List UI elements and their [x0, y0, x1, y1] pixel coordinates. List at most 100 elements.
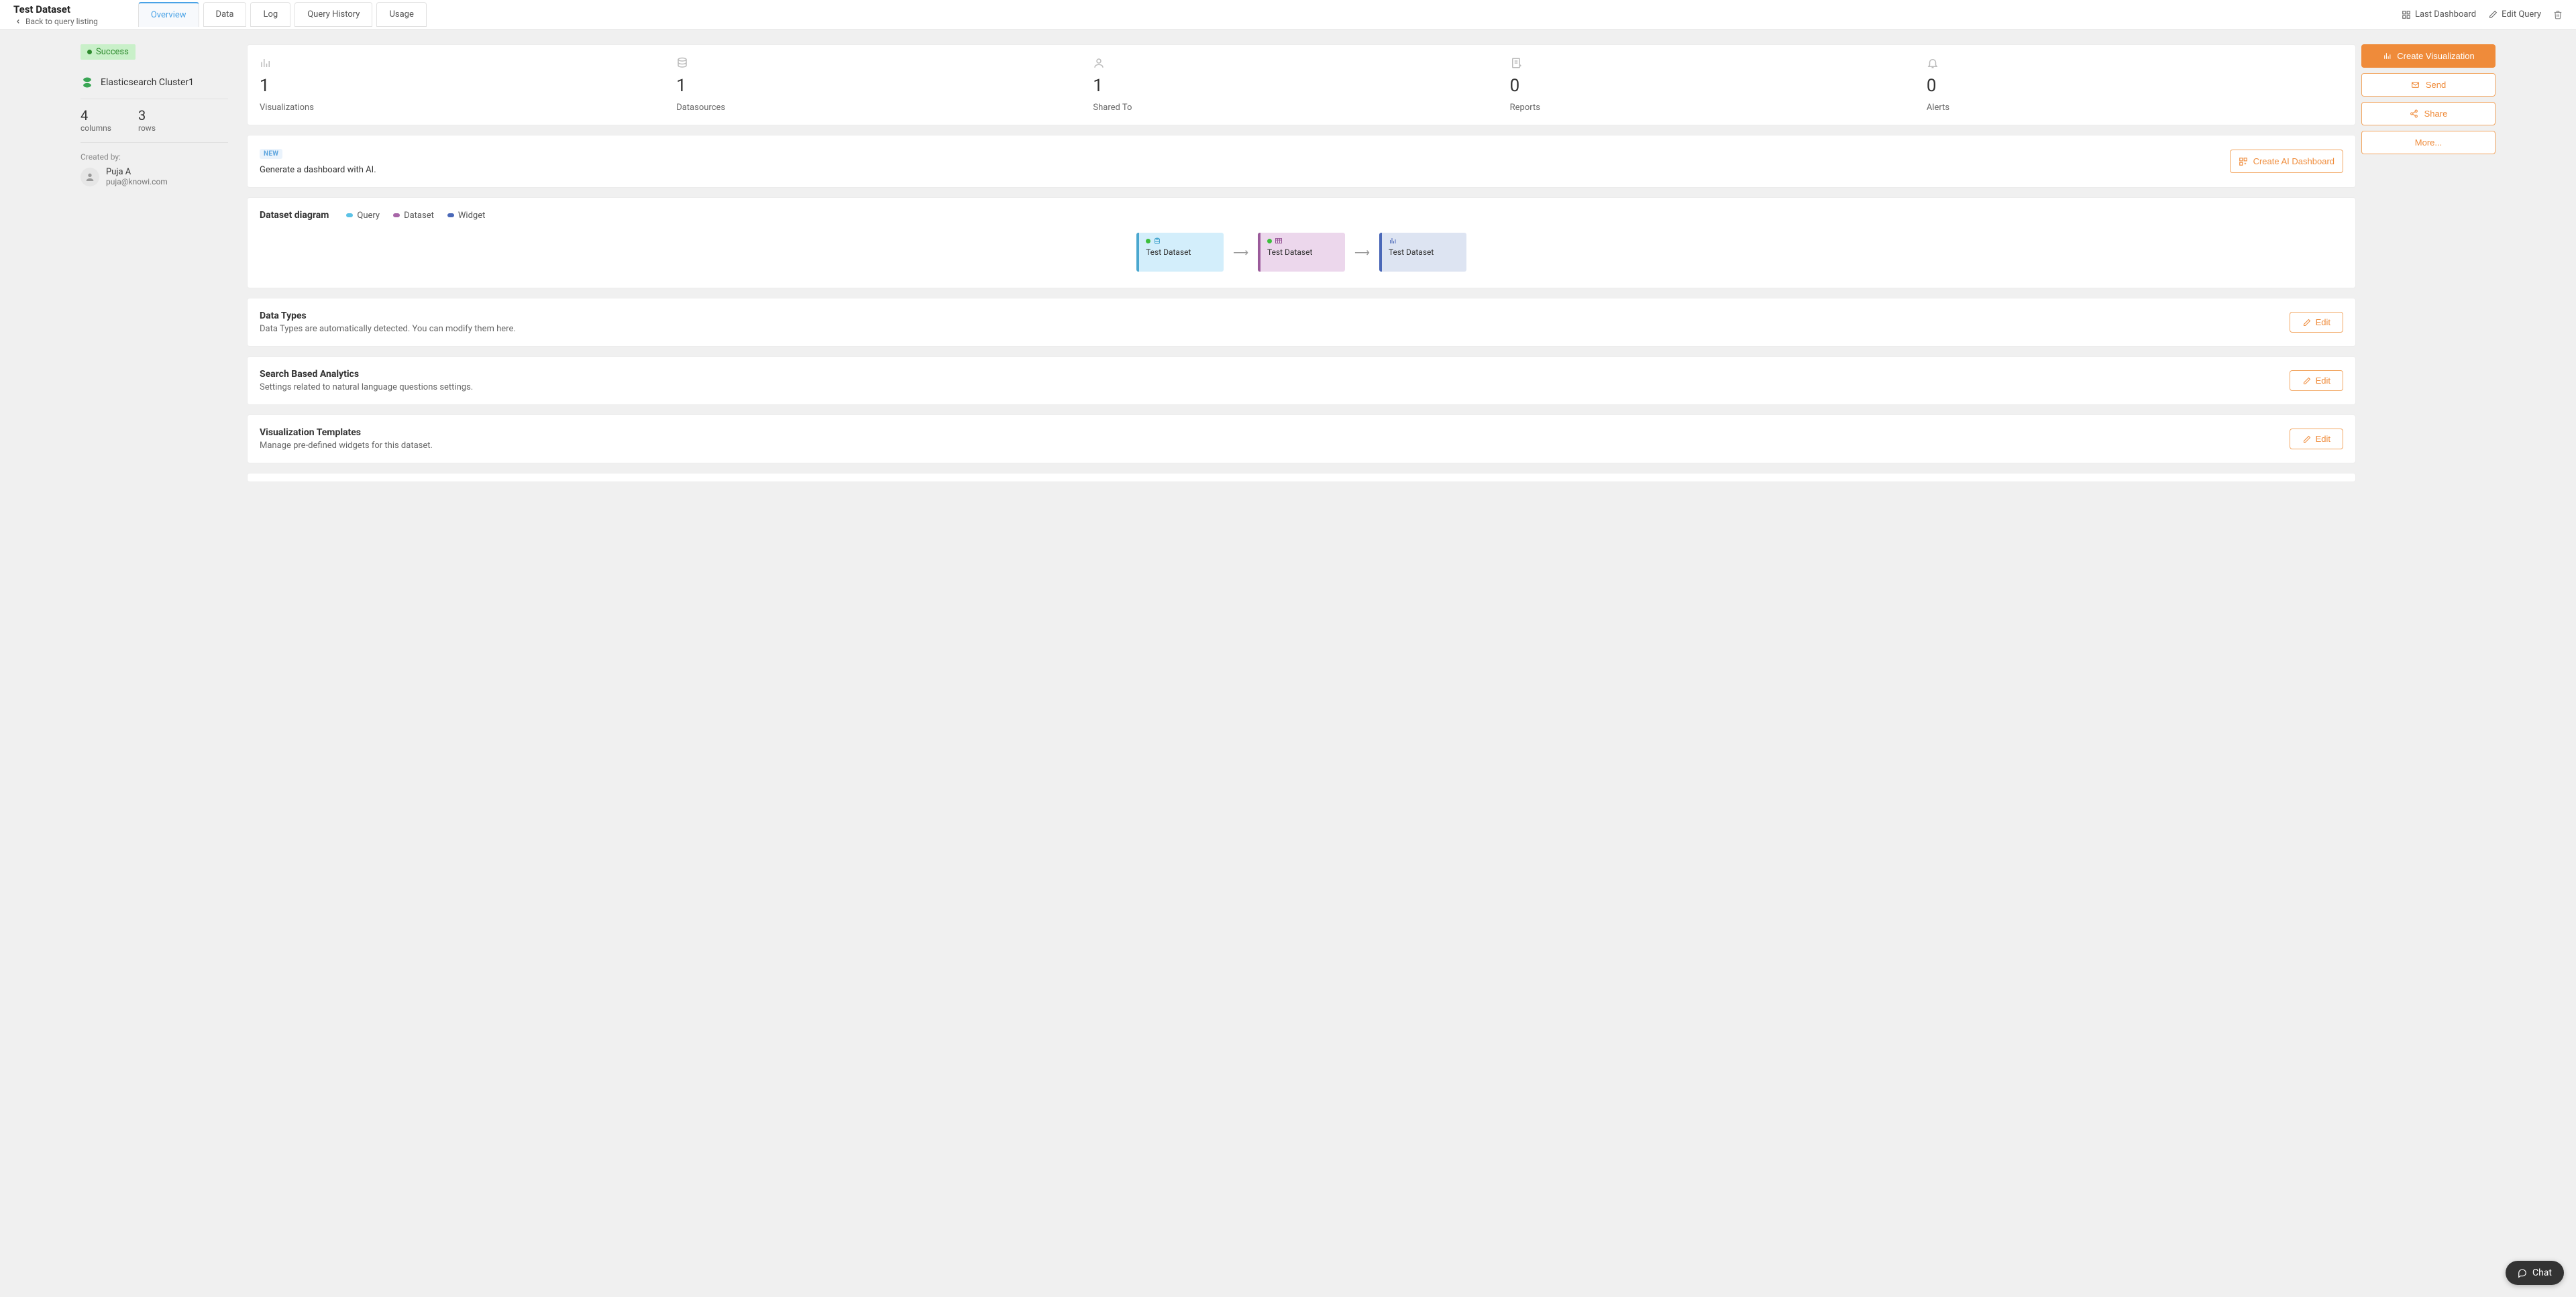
section-text: Search Based Analytics Settings related …: [260, 369, 473, 392]
chat-widget[interactable]: Chat: [2506, 1261, 2564, 1285]
send-button[interactable]: Send: [2361, 73, 2496, 97]
tab-data[interactable]: Data: [203, 2, 247, 27]
share-icon: [2410, 109, 2419, 119]
report-icon: [1510, 57, 1927, 69]
rows-label: rows: [138, 123, 156, 133]
datasource-name: Elasticsearch Cluster1: [101, 77, 194, 88]
diagram-title: Dataset diagram: [260, 210, 329, 221]
pencil-icon: [2488, 10, 2498, 19]
bell-icon: [1927, 57, 2343, 69]
user-email: puja@knowi.com: [106, 177, 168, 186]
tab-usage[interactable]: Usage: [376, 2, 426, 27]
search-analytics-title: Search Based Analytics: [260, 369, 473, 380]
search-analytics-card: Search Based Analytics Settings related …: [247, 356, 2356, 405]
stat-value: 1: [260, 76, 676, 96]
columns-value: 4: [80, 107, 111, 123]
stat-datasources[interactable]: 1 Datasources: [676, 57, 1093, 113]
status-label: Success: [96, 47, 129, 57]
create-visualization-button[interactable]: Create Visualization: [2361, 44, 2496, 68]
ai-text: Generate a dashboard with AI.: [260, 165, 376, 175]
arrow-icon: ⟶: [1233, 246, 1248, 259]
diagram-node-widget[interactable]: Test Dataset: [1379, 233, 1466, 272]
tabs: Overview Data Log Query History Usage: [138, 2, 427, 27]
status-dot-icon: [87, 50, 92, 54]
share-button[interactable]: Share: [2361, 102, 2496, 125]
edit-label: Edit: [2316, 317, 2330, 327]
back-link-label: Back to query listing: [25, 17, 98, 26]
delete-button[interactable]: [2553, 10, 2563, 19]
avatar: [80, 168, 99, 186]
viz-templates-edit-button[interactable]: Edit: [2290, 429, 2343, 449]
status-mini-icon: [1267, 239, 1272, 243]
datasource-row[interactable]: Elasticsearch Cluster1: [80, 76, 228, 99]
node-label: Test Dataset: [1146, 247, 1217, 257]
ai-card: NEW Generate a dashboard with AI. Create…: [247, 135, 2356, 188]
diagram-legend: Query Dataset Widget: [346, 211, 485, 221]
main-column: 1 Visualizations 1 Datasources 1 Shared …: [247, 44, 2356, 482]
chart-icon: [260, 57, 676, 69]
back-link[interactable]: Back to query listing: [13, 17, 98, 26]
send-icon: [2411, 80, 2420, 90]
tab-overview[interactable]: Overview: [138, 2, 199, 27]
diagram-node-query[interactable]: Test Dataset: [1136, 233, 1224, 272]
columns-count: 4 columns: [80, 107, 111, 133]
pencil-icon: [2302, 318, 2312, 327]
tab-log[interactable]: Log: [250, 2, 290, 27]
counts-row: 4 columns 3 rows: [80, 107, 228, 143]
create-ai-dashboard-button[interactable]: Create AI Dashboard: [2230, 150, 2343, 173]
more-button[interactable]: More...: [2361, 131, 2496, 154]
stat-alerts[interactable]: 0 Alerts: [1927, 57, 2343, 113]
dot-dataset-icon: [393, 213, 400, 217]
section-text: Data Types Data Types are automatically …: [260, 311, 516, 334]
trash-icon: [2553, 10, 2563, 19]
edit-query-link[interactable]: Edit Query: [2488, 9, 2541, 19]
last-dashboard-link[interactable]: Last Dashboard: [2402, 9, 2476, 19]
data-types-edit-button[interactable]: Edit: [2290, 312, 2343, 333]
sidebar: Success Elasticsearch Cluster1 4 columns…: [80, 44, 228, 482]
partial-card: [247, 473, 2356, 482]
chevron-left-icon: [13, 17, 23, 26]
stat-label: Shared To: [1093, 103, 1509, 113]
columns-label: columns: [80, 123, 111, 133]
dot-widget-icon: [447, 213, 454, 217]
stat-shared[interactable]: 1 Shared To: [1093, 57, 1509, 113]
main: 1 Visualizations 1 Datasources 1 Shared …: [247, 44, 2496, 482]
status-mini-icon: [1146, 239, 1150, 243]
pencil-icon: [2302, 435, 2312, 444]
data-types-desc: Data Types are automatically detected. Y…: [260, 324, 516, 334]
stat-visualizations[interactable]: 1 Visualizations: [260, 57, 676, 113]
search-analytics-edit-button[interactable]: Edit: [2290, 370, 2343, 391]
stat-value: 1: [676, 76, 1093, 96]
database-icon: [676, 57, 1093, 69]
viz-templates-desc: Manage pre-defined widgets for this data…: [260, 441, 433, 451]
chat-icon: [2518, 1268, 2527, 1278]
edit-query-label: Edit Query: [2502, 9, 2541, 19]
more-label: More...: [2415, 137, 2442, 148]
viz-templates-title: Visualization Templates: [260, 427, 433, 438]
rows-value: 3: [138, 107, 156, 123]
node-label: Test Dataset: [1267, 247, 1338, 257]
top-bar: Test Dataset Back to query listing Overv…: [0, 0, 2576, 30]
stat-label: Reports: [1510, 103, 1927, 113]
node-label: Test Dataset: [1389, 247, 1460, 257]
stat-label: Alerts: [1927, 103, 2343, 113]
diagram-node-dataset[interactable]: Test Dataset: [1258, 233, 1345, 272]
diagram-header: Dataset diagram Query Dataset Widget: [260, 210, 2343, 221]
tab-query-history[interactable]: Query History: [294, 2, 372, 27]
title-block: Test Dataset Back to query listing: [13, 3, 98, 26]
stat-reports[interactable]: 0 Reports: [1510, 57, 1927, 113]
chart-icon: [2382, 52, 2392, 61]
user-text: Puja A puja@knowi.com: [106, 167, 168, 186]
legend-widget-label: Widget: [458, 211, 485, 221]
page-title: Test Dataset: [13, 3, 98, 15]
rows-count: 3 rows: [138, 107, 156, 133]
ai-text-block: NEW Generate a dashboard with AI.: [260, 148, 376, 175]
search-analytics-desc: Settings related to natural language que…: [260, 382, 473, 392]
widget-node-icon: [1389, 237, 1397, 245]
send-label: Send: [2426, 80, 2446, 90]
stat-label: Datasources: [676, 103, 1093, 113]
edit-label: Edit: [2316, 376, 2330, 386]
diagram-card: Dataset diagram Query Dataset Widget Tes…: [247, 197, 2356, 288]
status-badge: Success: [80, 44, 136, 60]
stat-value: 0: [1510, 76, 1927, 96]
